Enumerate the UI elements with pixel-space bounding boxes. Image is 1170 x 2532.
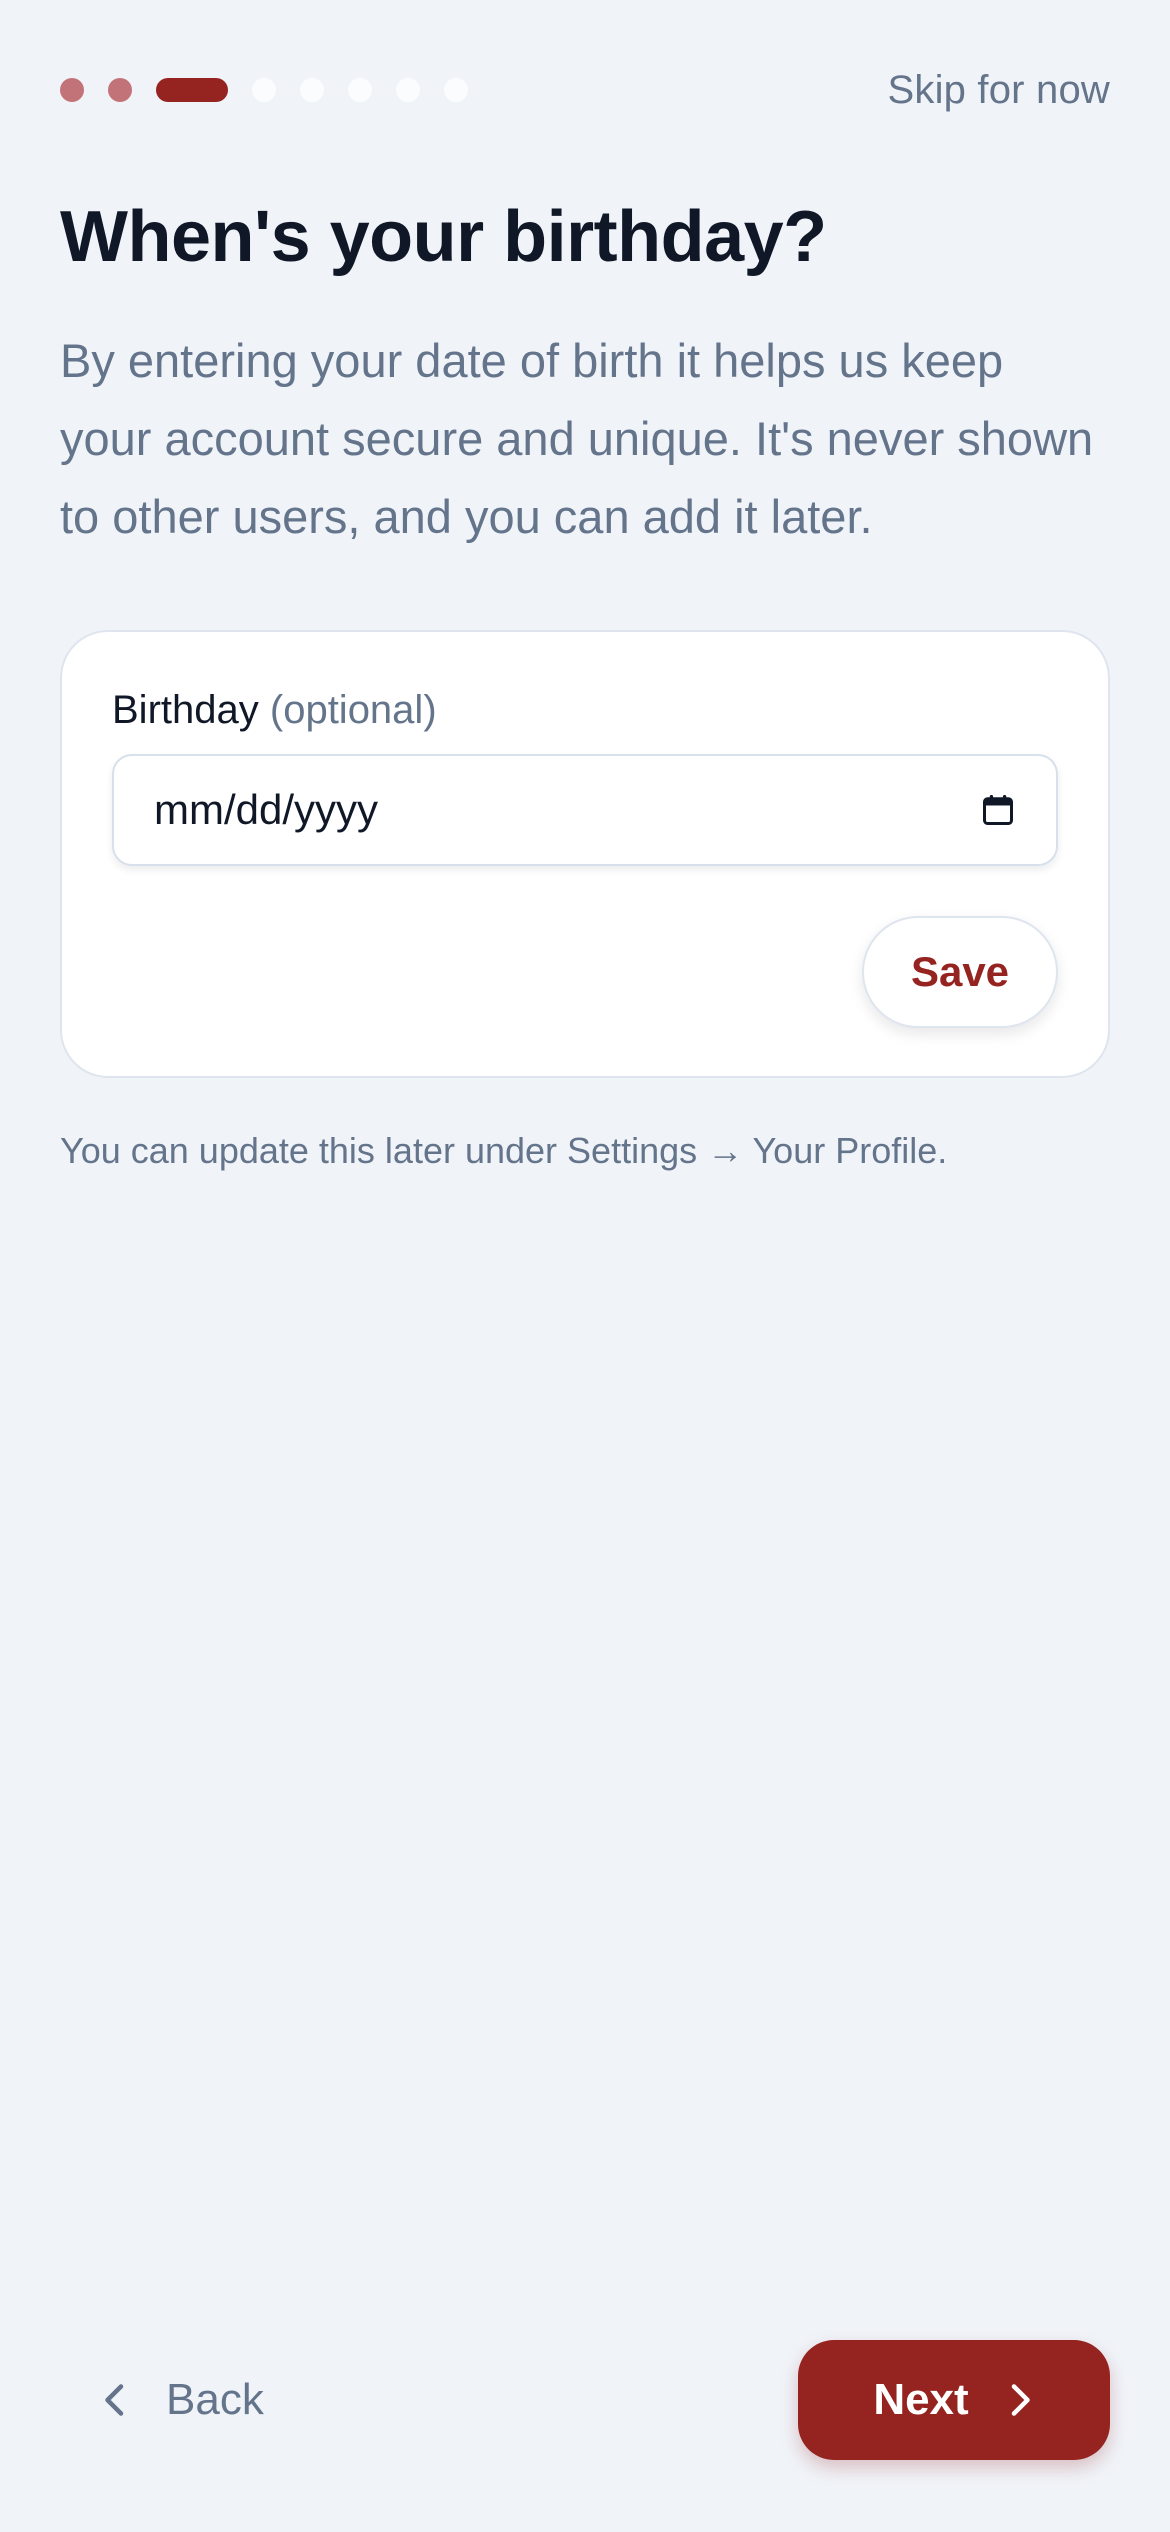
birthday-card: Birthday (optional) mm/dd/yyyy Save xyxy=(60,630,1110,1078)
calendar-icon[interactable] xyxy=(980,792,1016,828)
back-button[interactable]: Back xyxy=(100,2340,264,2460)
chevron-left-icon xyxy=(105,2384,124,2416)
next-button-label: Next xyxy=(873,2375,969,2424)
date-input-placeholder: mm/dd/yyyy xyxy=(154,786,379,833)
birthday-label-text: Birthday xyxy=(112,688,259,732)
progress-step-3-current xyxy=(156,78,228,102)
next-button[interactable]: Next xyxy=(798,2340,1110,2460)
progress-step-4 xyxy=(252,78,276,102)
page-title: When's your birthday? xyxy=(60,197,827,277)
settings-hint-text: You can update this later under Settings… xyxy=(60,1130,948,1171)
save-button[interactable]: Save xyxy=(862,916,1058,1028)
step-progress-indicator xyxy=(60,78,468,102)
page-description: By entering your date of birth it helps … xyxy=(60,334,1094,543)
progress-step-7 xyxy=(396,78,420,102)
birthday-field-label: Birthday (optional) xyxy=(112,688,437,733)
progress-step-2 xyxy=(108,78,132,102)
optional-label-text: (optional) xyxy=(269,688,437,732)
progress-step-8 xyxy=(444,78,468,102)
progress-step-1 xyxy=(60,78,84,102)
birthday-date-input[interactable]: mm/dd/yyyy xyxy=(112,754,1058,866)
back-button-label: Back xyxy=(166,2375,264,2424)
progress-step-6 xyxy=(348,78,372,102)
onboarding-birthday-screen: Skip for now When's your birthday? By en… xyxy=(0,0,1170,2532)
skip-for-now-link[interactable]: Skip for now xyxy=(888,68,1111,113)
progress-step-5 xyxy=(300,78,324,102)
top-bar: Skip for now xyxy=(60,60,1110,120)
chevron-right-icon xyxy=(1011,2384,1030,2416)
